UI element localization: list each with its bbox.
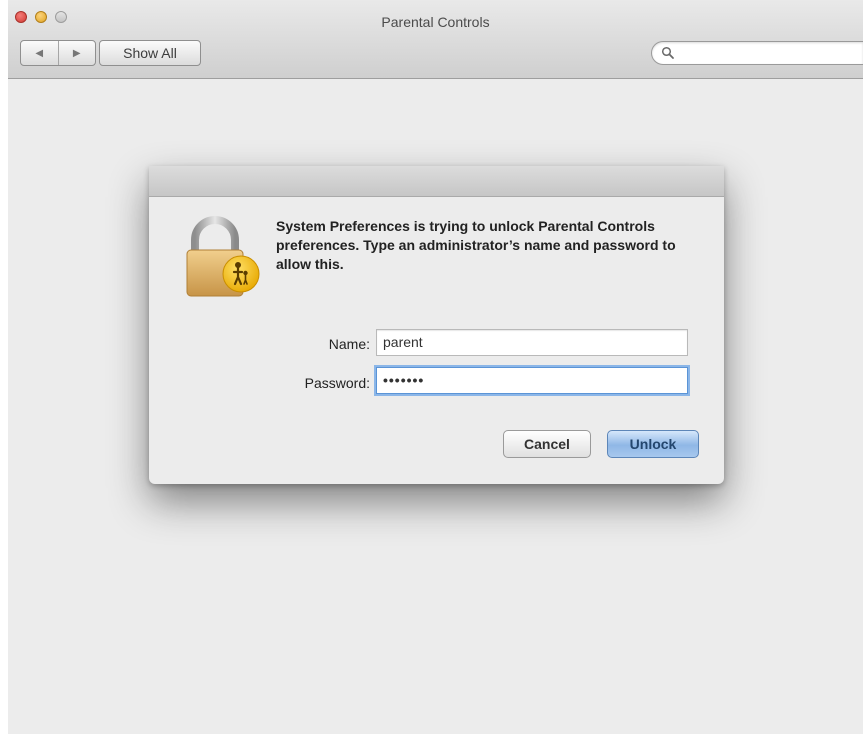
- password-label: Password:: [304, 375, 370, 391]
- back-forward-control: ◀ ▶: [20, 40, 96, 66]
- forward-button[interactable]: ▶: [59, 41, 96, 65]
- title-bar: Parental Controls ◀ ▶ Show All: [8, 0, 863, 79]
- password-field[interactable]: •••••••: [376, 367, 688, 394]
- name-label: Name:: [328, 336, 370, 352]
- dialog-title-bar: [149, 166, 724, 197]
- lock-icon: [186, 216, 260, 297]
- name-field[interactable]: parent: [376, 329, 688, 356]
- cancel-button[interactable]: Cancel: [503, 430, 591, 458]
- back-button[interactable]: ◀: [21, 41, 59, 65]
- back-arrow-icon: ◀: [35, 47, 44, 59]
- window-title: Parental Controls: [381, 14, 490, 30]
- dialog-message: System Preferences is trying to unlock P…: [276, 218, 676, 272]
- authentication-dialog: System Preferences is trying to unlock P…: [149, 166, 724, 484]
- search-icon: [661, 46, 674, 59]
- search-input[interactable]: [651, 41, 863, 65]
- show-all-button[interactable]: Show All: [99, 40, 201, 66]
- forward-arrow-icon: ▶: [72, 47, 81, 59]
- unlock-button[interactable]: Unlock: [607, 430, 699, 458]
- system-preferences-window: Parental Controls ◀ ▶ Show All System Pr…: [8, 0, 863, 734]
